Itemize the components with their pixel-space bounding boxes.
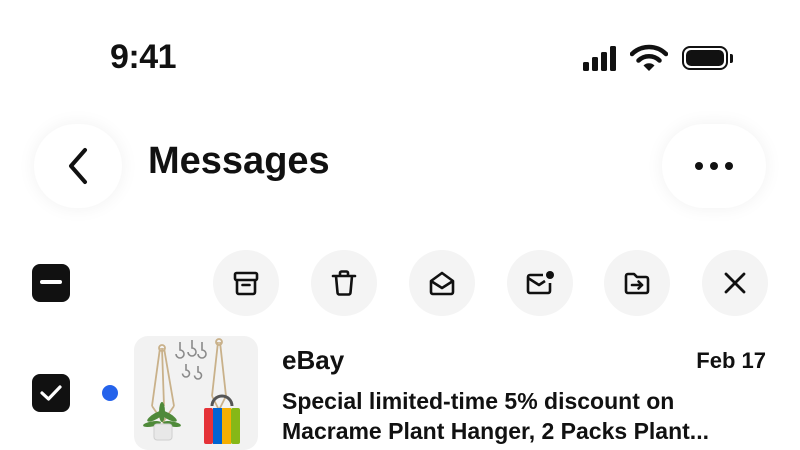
message-sender: eBay — [282, 345, 345, 375]
select-all-checkbox[interactable] — [32, 264, 70, 302]
mark-read-button[interactable] — [409, 250, 475, 316]
close-selection-button[interactable] — [702, 250, 768, 316]
trash-icon — [331, 270, 357, 296]
mail-open-icon — [429, 271, 455, 296]
folder-move-icon — [624, 272, 650, 295]
more-options-button[interactable] — [662, 124, 766, 208]
back-button[interactable] — [34, 124, 122, 208]
more-horizontal-icon — [695, 162, 733, 170]
mail-unread-icon — [526, 271, 554, 295]
screen: 9:41 Messages eBay Feb 17 Special limite… — [0, 0, 800, 450]
status-time: 9:41 — [110, 38, 177, 76]
unread-indicator — [102, 385, 118, 401]
message-subject-line-1: Special limited-time 5% discount on — [282, 388, 675, 414]
archive-button[interactable] — [213, 250, 279, 316]
status-icons — [583, 44, 734, 72]
message-date: Feb 17 — [696, 348, 766, 373]
message-subject: Special limited-time 5% discount on Macr… — [282, 386, 762, 446]
cellular-signal-icon — [583, 45, 616, 71]
close-icon — [724, 272, 746, 294]
checkmark-icon — [40, 385, 62, 401]
message-checkbox[interactable] — [32, 374, 70, 412]
mark-unread-button[interactable] — [507, 250, 573, 316]
archive-icon — [233, 271, 259, 296]
message-thumbnail — [134, 336, 258, 450]
delete-button[interactable] — [311, 250, 377, 316]
chevron-left-icon — [69, 148, 87, 184]
wifi-icon — [630, 44, 668, 71]
battery-icon — [682, 45, 734, 71]
page-title: Messages — [148, 140, 330, 182]
message-subject-line-2: Macrame Plant Hanger, 2 Packs Plant... — [282, 418, 709, 444]
macrame-plant-hanger-image — [143, 338, 240, 444]
minus-checkbox-icon — [40, 280, 62, 284]
move-to-folder-button[interactable] — [604, 250, 670, 316]
